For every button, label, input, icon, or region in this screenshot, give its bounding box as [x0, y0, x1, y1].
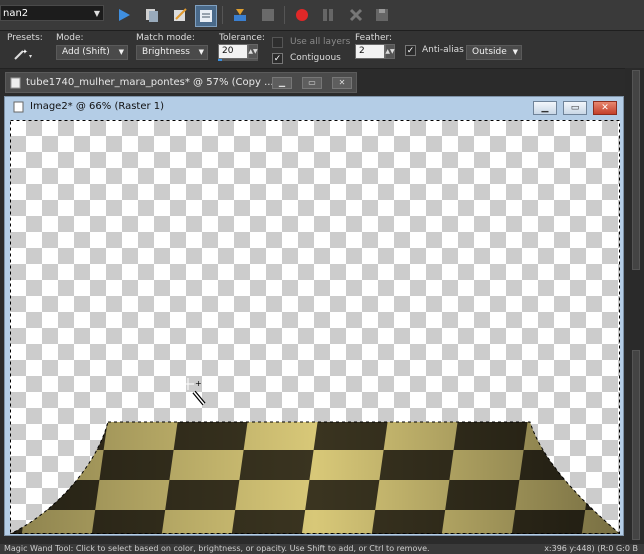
tool-options-bar: Presets: ✦ ▾ Mode: Add (Shift) ▼ Match mo… [0, 31, 644, 69]
svg-text:✦: ✦ [22, 48, 28, 56]
svg-text:▾: ▾ [29, 53, 32, 60]
tolerance-slider[interactable] [218, 59, 258, 61]
script-output-icon[interactable] [195, 5, 217, 27]
maximize-button[interactable]: ▭ [563, 101, 587, 115]
svg-text:+: + [195, 379, 202, 388]
close-button[interactable]: ✕ [593, 101, 617, 115]
minimize-button[interactable]: ▁ [272, 77, 292, 89]
mode-value: Add (Shift) [62, 47, 110, 57]
antialias-dropdown[interactable]: Outside ▼ [466, 45, 522, 60]
feather-value: 2 [359, 46, 365, 56]
tolerance-spinner[interactable]: ▲▼ [248, 44, 258, 59]
match-mode-label: Match mode: [136, 33, 195, 43]
antialias-value: Outside [472, 47, 507, 57]
image-window-title: Image2* @ 66% (Raster 1) [30, 101, 165, 112]
antialias-label: Anti-alias [422, 45, 464, 55]
tolerance-value: 20 [222, 46, 234, 56]
script-toolbar: nan2 ▼ [0, 0, 644, 31]
magic-wand-cursor-icon: + [182, 378, 206, 406]
chevron-down-icon: ▼ [512, 48, 518, 56]
mode-dropdown[interactable]: Add (Shift) ▼ [56, 45, 128, 60]
tolerance-slider-fill [218, 59, 222, 61]
floor-image [10, 120, 620, 534]
chevron-down-icon: ▼ [93, 9, 100, 18]
document-tab-tube[interactable]: tube1740_mulher_mara_pontes* @ 57% (Copy… [5, 72, 357, 93]
close-button[interactable]: ✕ [332, 77, 352, 89]
record-script-icon[interactable] [230, 5, 250, 25]
magic-wand-icon: ✦▾ [14, 48, 32, 60]
pause-icon[interactable] [318, 5, 338, 25]
contiguous-label: Contiguous [290, 53, 341, 63]
contiguous-checkbox[interactable]: ✓ [272, 53, 283, 64]
maximize-button[interactable]: ▭ [302, 77, 322, 89]
feather-label: Feather: [355, 33, 393, 43]
cancel-icon[interactable] [346, 5, 366, 25]
tolerance-label: Tolerance: [219, 33, 265, 43]
status-text: Magic Wand Tool: Click to select based o… [4, 544, 430, 553]
match-mode-value: Brightness [142, 47, 190, 57]
match-mode-dropdown[interactable]: Brightness ▼ [136, 45, 208, 60]
document-icon [10, 77, 21, 89]
edit-script-icon[interactable] [170, 5, 190, 25]
toolbar-separator [284, 6, 285, 24]
mode-label: Mode: [56, 33, 84, 43]
status-bar: Magic Wand Tool: Click to select based o… [0, 544, 644, 554]
chevron-down-icon: ▼ [198, 48, 204, 56]
vertical-scrollbar[interactable] [632, 70, 640, 270]
use-all-layers-checkbox[interactable] [272, 37, 283, 48]
batch-icon[interactable] [142, 5, 162, 25]
feather-spinner[interactable]: ▲▼ [385, 44, 395, 59]
chevron-down-icon: ▼ [118, 48, 124, 56]
cursor-coordinates: x:396 y:448) (R:0 G:0 B [544, 544, 638, 553]
minimize-button[interactable]: ▁ [533, 101, 557, 115]
document-icon [13, 101, 24, 113]
vertical-scrollbar-lower[interactable] [632, 350, 640, 540]
antialias-checkbox[interactable]: ✓ [405, 45, 416, 56]
stop-icon[interactable] [258, 5, 278, 25]
toolbar-separator [222, 6, 223, 24]
document-tab-title: tube1740_mulher_mara_pontes* @ 57% (Copy… [26, 77, 274, 88]
image-canvas[interactable]: + [10, 120, 620, 534]
feather-input[interactable]: 2 [355, 44, 385, 59]
run-script-icon[interactable] [114, 5, 134, 25]
presets-dropdown[interactable]: ✦ ▾ [12, 45, 36, 63]
record-circle-icon[interactable] [292, 5, 312, 25]
tolerance-input[interactable]: 20 [218, 44, 248, 59]
save-script-icon[interactable] [372, 5, 392, 25]
script-select-value: nan2 [3, 8, 29, 19]
script-select[interactable]: nan2 ▼ [0, 5, 104, 21]
use-all-layers-label: Use all layers [290, 37, 351, 47]
presets-label: Presets: [7, 33, 43, 43]
